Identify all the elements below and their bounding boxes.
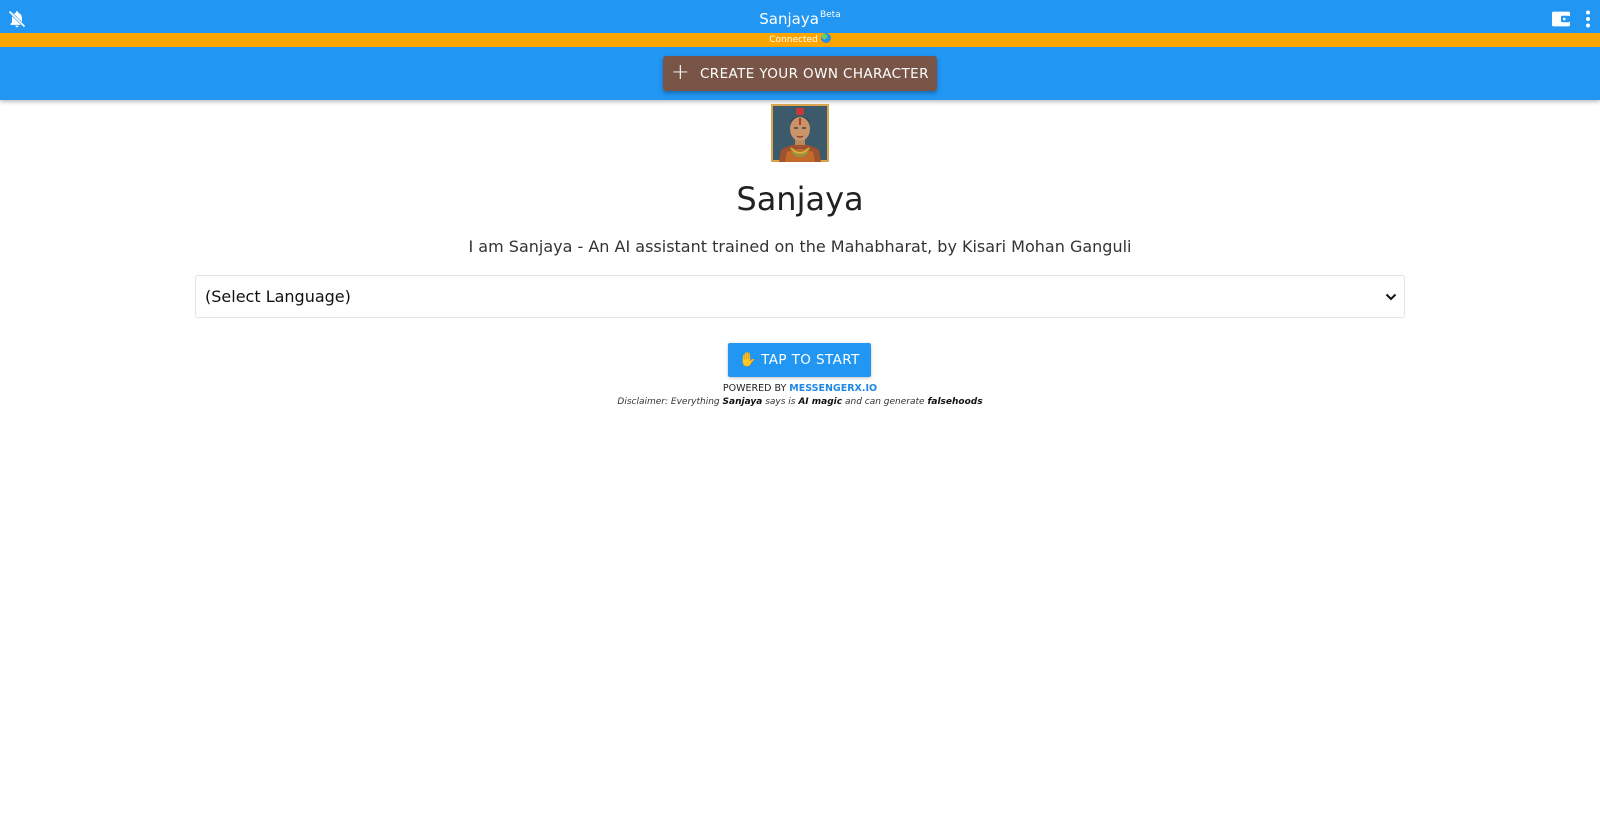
- connection-status-text: Connected: [769, 35, 818, 45]
- plus-icon: +: [671, 59, 690, 85]
- more-vertical-icon[interactable]: [1584, 10, 1592, 28]
- create-character-label: CREATE YOUR OWN CHARACTER: [699, 65, 929, 82]
- disclaimer-falsehoods: falsehoods: [927, 397, 983, 407]
- wallet-icon[interactable]: [1551, 10, 1571, 28]
- powered-by-prefix: POWERED BY: [722, 383, 787, 394]
- language-select-value: (Select Language): [205, 287, 351, 306]
- language-select[interactable]: (Select Language): [195, 275, 1405, 318]
- disclaimer-text-2: says is: [765, 397, 796, 407]
- disclaimer-text-1: Disclaimer: Everything: [617, 397, 720, 407]
- disclaimer: Disclaimer: Everything Sanjaya says is A…: [0, 397, 1600, 407]
- raised-hand-icon: ✋: [739, 352, 758, 368]
- app-title-text: Sanjaya: [759, 10, 819, 28]
- beta-badge: Beta: [819, 10, 841, 20]
- disclaimer-character-name: Sanjaya: [722, 397, 763, 407]
- tap-to-start-label: TAP TO START: [761, 352, 860, 368]
- app-title: SanjayaBeta: [0, 10, 1600, 28]
- top-bar: SanjayaBeta: [0, 0, 1600, 33]
- tap-to-start-button[interactable]: ✋ TAP TO START: [728, 343, 871, 377]
- create-character-button[interactable]: + CREATE YOUR OWN CHARACTER: [663, 56, 937, 91]
- disclaimer-ai-magic: AI magic: [798, 397, 843, 407]
- messengerx-link[interactable]: MESSENGERX.IO: [789, 383, 877, 394]
- globe-icon: [820, 33, 831, 43]
- powered-by: POWERED BY MESSENGERX.IO: [0, 383, 1600, 394]
- disclaimer-text-3: and can generate: [844, 397, 925, 407]
- connection-status-bar: Connected: [0, 33, 1600, 47]
- character-avatar: [771, 104, 829, 162]
- character-description: I am Sanjaya - An AI assistant trained o…: [468, 237, 1132, 256]
- chevron-down-icon: [1385, 293, 1397, 301]
- character-name: Sanjaya: [736, 180, 864, 218]
- app-bar: SanjayaBeta Connected + CREATE YOUR OWN …: [0, 0, 1600, 100]
